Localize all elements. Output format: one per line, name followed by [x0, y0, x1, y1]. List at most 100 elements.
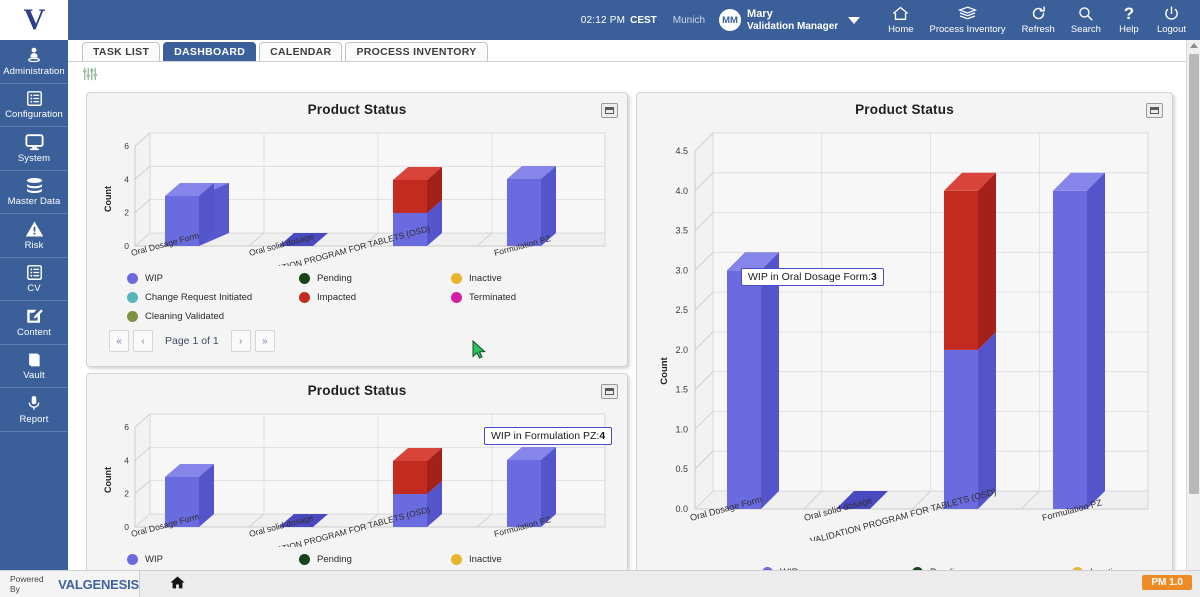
- bar-oral-dosage-form: [727, 252, 779, 510]
- legend-swatch: [127, 292, 138, 303]
- maximize-button[interactable]: [1146, 103, 1163, 118]
- sidebar-item-report[interactable]: Report: [0, 388, 68, 432]
- chart-legend: WIP Pending Inactive Change Request Init…: [127, 273, 516, 322]
- sidebar: V Administration Configuration System Ma: [0, 0, 68, 570]
- legend-swatch: [299, 554, 310, 565]
- legend-swatch: [299, 273, 310, 284]
- mouse-cursor: [472, 339, 486, 364]
- legend-item-terminated: Terminated: [451, 292, 516, 303]
- power-icon: [1164, 6, 1179, 22]
- svg-text:1.0: 1.0: [675, 424, 688, 434]
- scroll-up-arrow-icon[interactable]: [1190, 43, 1198, 48]
- legend-swatch: [299, 292, 310, 303]
- refresh-label: Refresh: [1021, 23, 1055, 35]
- logo-letter: V: [23, 3, 46, 36]
- chevron-down-icon[interactable]: [848, 16, 861, 24]
- top-header: 02:12 PM CEST Munich MM Mary Validation …: [68, 0, 1200, 40]
- chart-svg: 0.0 0.5 1.0 1.5 2.0 2.5 3.0 3.5 4.0 4.5 …: [659, 132, 1149, 541]
- sidebar-item-administration[interactable]: Administration: [0, 40, 68, 84]
- pagination: « ‹ Page 1 of 1 › »: [109, 330, 275, 352]
- home-solid-icon[interactable]: [170, 576, 185, 592]
- scrollbar-thumb[interactable]: [1189, 54, 1199, 494]
- sidebar-item-master-data[interactable]: Master Data: [0, 171, 68, 214]
- sliders-icon[interactable]: [82, 67, 98, 81]
- sidebar-item-label: Master Data: [7, 196, 61, 208]
- legend-swatch: [127, 554, 138, 565]
- sidebar-item-content[interactable]: Content: [0, 301, 68, 345]
- maximize-button[interactable]: [601, 103, 618, 118]
- search-button[interactable]: Search: [1063, 6, 1109, 35]
- person-icon: [24, 46, 44, 65]
- svg-text:4.0: 4.0: [675, 186, 688, 196]
- legend-item-cleaning-validated: Cleaning Validated: [127, 311, 299, 322]
- chart-tooltip: WIP in Oral Dosage Form:3: [741, 268, 884, 286]
- sidebar-item-cv[interactable]: CV: [0, 258, 68, 301]
- legend-swatch: [451, 292, 462, 303]
- avatar[interactable]: MM: [719, 9, 742, 31]
- panel-title: Product Status: [307, 383, 407, 398]
- help-button[interactable]: ? Help: [1109, 4, 1149, 35]
- process-inventory-button[interactable]: Process Inventory: [922, 6, 1014, 35]
- tab-calendar[interactable]: CALENDAR: [259, 42, 343, 61]
- legend-swatch: [451, 554, 462, 565]
- first-page-button[interactable]: «: [109, 330, 129, 352]
- page-indicator: Page 1 of 1: [165, 335, 219, 347]
- database-icon: [24, 176, 44, 195]
- sidebar-item-vault[interactable]: Vault: [0, 345, 68, 388]
- tab-bar: TASK LIST DASHBOARD CALENDAR PROCESS INV…: [68, 40, 1200, 62]
- svg-text:3.5: 3.5: [675, 226, 688, 236]
- book-icon: [24, 350, 44, 369]
- legend-swatch: [127, 311, 138, 322]
- maximize-button[interactable]: [601, 384, 618, 399]
- refresh-icon: [1031, 6, 1046, 22]
- svg-text:1.5: 1.5: [675, 385, 688, 395]
- list-icon: [24, 263, 44, 282]
- legend-label: Pending: [317, 273, 352, 284]
- legend-label: Pending: [317, 554, 352, 565]
- chart-legend: WIP Pending Inactive: [127, 554, 502, 565]
- tab-process-inventory[interactable]: PROCESS INVENTORY: [345, 42, 488, 61]
- tooltip-text: WIP in Formulation PZ:: [491, 430, 600, 442]
- home-button[interactable]: Home: [880, 6, 921, 35]
- svg-text:0: 0: [124, 241, 129, 251]
- prev-page-button[interactable]: ‹: [133, 330, 153, 352]
- refresh-button[interactable]: Refresh: [1014, 6, 1063, 35]
- user-name: Mary: [747, 7, 773, 20]
- sidebar-item-configuration[interactable]: Configuration: [0, 84, 68, 127]
- svg-text:Count: Count: [659, 356, 670, 384]
- window-icon: [605, 107, 614, 114]
- search-label: Search: [1070, 23, 1101, 35]
- sidebar-item-system[interactable]: System: [0, 127, 68, 171]
- svg-text:2: 2: [124, 489, 129, 499]
- sidebar-item-label: Risk: [24, 239, 44, 251]
- sidebar-item-risk[interactable]: Risk: [0, 214, 68, 258]
- app-logo[interactable]: V: [0, 0, 68, 40]
- vertical-scrollbar[interactable]: [1186, 40, 1200, 570]
- legend-swatch: [127, 273, 138, 284]
- bar-formulation-pz: [1053, 172, 1105, 510]
- tab-dashboard[interactable]: DASHBOARD: [163, 42, 257, 61]
- legend-label: Inactive: [469, 273, 502, 284]
- svg-text:4: 4: [124, 455, 129, 465]
- process-inventory-label: Process Inventory: [929, 23, 1006, 35]
- sidebar-item-label: CV: [27, 283, 41, 295]
- last-page-button[interactable]: »: [254, 330, 275, 352]
- svg-text:0: 0: [124, 522, 129, 532]
- tab-task-list[interactable]: TASK LIST: [82, 42, 161, 61]
- monitor-icon: [24, 133, 44, 152]
- home-label: Home: [888, 23, 914, 35]
- sidebar-item-label: Report: [19, 413, 49, 425]
- sidebar-item-label: Administration: [3, 65, 65, 77]
- layers-icon: [958, 6, 978, 22]
- user-info[interactable]: Mary Validation Manager: [747, 8, 838, 32]
- svg-text:2.0: 2.0: [675, 345, 688, 355]
- next-page-button[interactable]: ›: [230, 330, 251, 352]
- chart-tooltip: WIP in Formulation PZ:4: [484, 427, 613, 445]
- svg-text:Count: Count: [103, 467, 113, 493]
- svg-text:4: 4: [124, 174, 129, 184]
- logout-button[interactable]: Logout: [1149, 6, 1194, 35]
- search-icon: [1078, 6, 1093, 22]
- bar-chart-top-left: 0 2 4 6 Count Oral Dosage Form Oral soli…: [95, 121, 619, 266]
- powered-by-label: Powered By: [10, 574, 44, 594]
